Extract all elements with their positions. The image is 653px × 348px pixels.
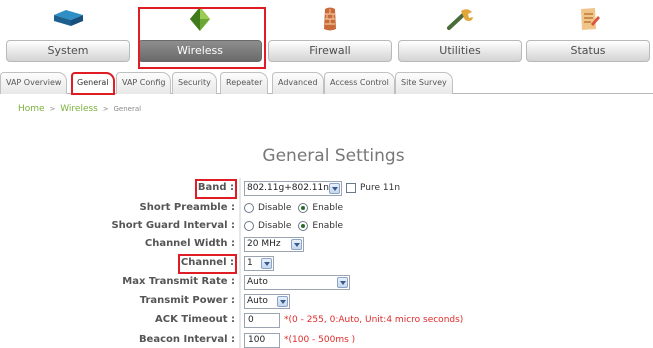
- nav-wireless[interactable]: Wireless: [136, 4, 266, 69]
- ack-timeout-label: ACK Timeout :: [154, 314, 235, 325]
- band-select-value: 802.11g+802.11n: [247, 182, 329, 193]
- transmit-power-select[interactable]: Auto: [244, 293, 290, 309]
- short-preamble-row: Short Preamble : Disable Enable: [0, 198, 653, 218]
- notepad-icon: [581, 8, 600, 30]
- pure-11n-label: Pure 11n: [360, 183, 401, 193]
- pure-11n-checkbox[interactable]: [346, 183, 356, 193]
- wrench-icon: [447, 9, 473, 30]
- antenna-icon: [190, 7, 210, 31]
- tab-vap-overview[interactable]: VAP Overview: [0, 72, 68, 94]
- transmit-power-row: Transmit Power : Auto: [0, 291, 653, 311]
- short-preamble-disable-label: Disable: [258, 203, 292, 213]
- breadcrumb-current: General: [113, 105, 142, 113]
- ack-timeout-row: ACK Timeout : 0 *(0 - 255, 0:Auto, Unit:…: [0, 310, 653, 330]
- short-preamble-enable-radio[interactable]: [298, 203, 309, 213]
- chevron-down-icon[interactable]: [277, 295, 288, 307]
- breadcrumb-wireless[interactable]: Wireless: [60, 104, 98, 114]
- ack-timeout-input[interactable]: 0: [244, 312, 280, 328]
- channel-label: Channel :: [177, 254, 238, 274]
- transmit-power-label: Transmit Power :: [139, 295, 235, 306]
- channel-width-select[interactable]: 20 MHz: [244, 236, 304, 252]
- tab-general[interactable]: General: [71, 72, 115, 95]
- short-guard-interval-label: Short Guard Interval :: [111, 220, 235, 231]
- breadcrumb: Home > Wireless > General: [18, 104, 141, 114]
- channel-width-row: Channel Width : 20 MHz: [0, 234, 653, 254]
- nav-system[interactable]: System: [4, 4, 132, 64]
- max-transmit-rate-value: Auto: [247, 276, 268, 287]
- band-select[interactable]: 802.11g+802.11n: [244, 180, 342, 196]
- short-preamble-enable-label: Enable: [312, 203, 344, 213]
- nav-status-button[interactable]: Status: [526, 40, 650, 62]
- channel-value: 1: [247, 257, 253, 268]
- tab-security[interactable]: Security: [172, 72, 217, 94]
- chevron-down-icon[interactable]: [329, 182, 340, 194]
- firewall-icon: [324, 7, 336, 31]
- sub-tabs: VAP Overview General VAP Config Security…: [0, 68, 653, 95]
- beacon-interval-input[interactable]: 100: [244, 332, 280, 348]
- ack-timeout-hint: *(0 - 255, 0:Auto, Unit:4 micro seconds): [284, 315, 464, 325]
- nav-status[interactable]: Status: [524, 4, 652, 64]
- nav-firewall-button[interactable]: Firewall: [268, 40, 392, 62]
- short-guard-enable-radio[interactable]: [298, 221, 309, 231]
- breadcrumb-separator: >: [49, 105, 56, 113]
- top-navigation: System Wireless Firewall Utilities Statu…: [0, 0, 653, 69]
- breadcrumb-separator: >: [102, 105, 109, 113]
- tab-repeater[interactable]: Repeater: [220, 72, 269, 94]
- tab-site-survey[interactable]: Site Survey: [395, 72, 453, 94]
- beacon-interval-row: Beacon Interval : 100 *(100 - 500ms ): [0, 330, 653, 348]
- short-guard-enable-label: Enable: [312, 221, 344, 231]
- nav-wireless-button[interactable]: Wireless: [138, 40, 262, 62]
- channel-width-label: Channel Width :: [144, 238, 235, 249]
- short-guard-interval-row: Short Guard Interval : Disable Enable: [0, 216, 653, 236]
- channel-select[interactable]: 1: [244, 255, 274, 271]
- channel-width-value: 20 MHz: [247, 238, 281, 249]
- nav-firewall[interactable]: Firewall: [266, 4, 394, 64]
- beacon-interval-hint: *(100 - 500ms ): [284, 335, 356, 345]
- max-transmit-rate-select[interactable]: Auto: [244, 274, 350, 290]
- router-icon: [54, 10, 83, 26]
- tab-access-control[interactable]: Access Control: [324, 72, 395, 94]
- band-label: Band :: [194, 179, 238, 199]
- channel-row: Channel : 1: [0, 253, 653, 274]
- nav-system-button[interactable]: System: [6, 40, 130, 62]
- breadcrumb-home[interactable]: Home: [18, 104, 45, 114]
- max-transmit-rate-label: Max Transmit Rate :: [122, 276, 235, 287]
- short-preamble-disable-radio[interactable]: [244, 203, 254, 213]
- chevron-down-icon[interactable]: [261, 257, 272, 269]
- nav-utilities[interactable]: Utilities: [396, 4, 524, 64]
- nav-utilities-button[interactable]: Utilities: [398, 40, 522, 62]
- max-transmit-rate-row: Max Transmit Rate : Auto: [0, 272, 653, 292]
- short-guard-disable-label: Disable: [258, 221, 292, 231]
- beacon-interval-label: Beacon Interval :: [138, 334, 235, 345]
- chevron-down-icon[interactable]: [337, 276, 348, 288]
- page-title: General Settings: [262, 146, 405, 166]
- transmit-power-value: Auto: [247, 295, 268, 306]
- tab-vap-config[interactable]: VAP Config: [116, 72, 172, 94]
- tab-advanced[interactable]: Advanced: [272, 72, 324, 94]
- short-preamble-label: Short Preamble :: [139, 202, 235, 213]
- band-row: Band : 802.11g+802.11n Pure 11n: [0, 178, 653, 199]
- chevron-down-icon[interactable]: [291, 238, 302, 250]
- short-guard-disable-radio[interactable]: [244, 221, 254, 231]
